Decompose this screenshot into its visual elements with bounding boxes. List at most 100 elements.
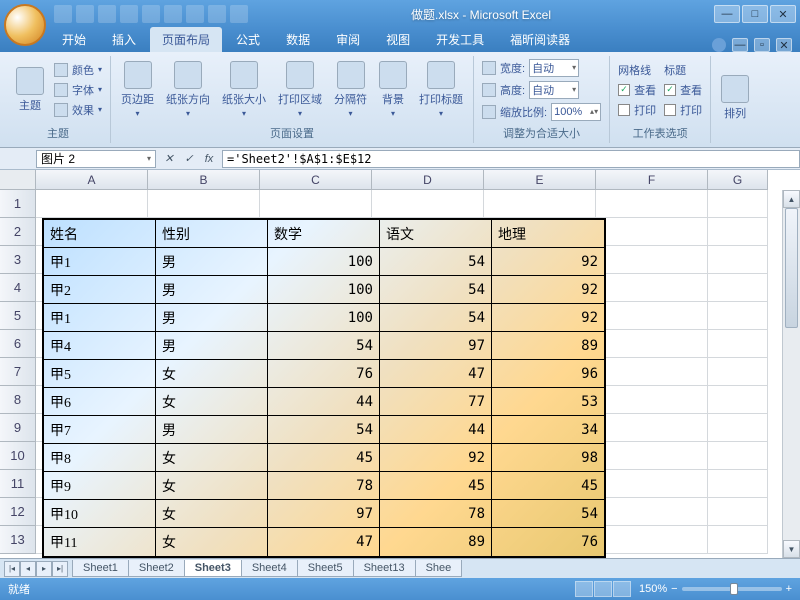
cell[interactable] [708,330,768,358]
tab-nav-next[interactable]: ▸ [36,561,52,577]
row-header[interactable]: 9 [0,414,36,442]
qat-dropdown-icon[interactable] [230,5,248,23]
gridlines-view-checkbox[interactable]: ✓查看 [616,81,658,99]
cell[interactable] [708,498,768,526]
zoom-slider[interactable] [682,587,782,591]
cancel-icon[interactable]: ✕ [160,150,178,168]
background-button[interactable]: 背景▾ [375,59,411,120]
cell[interactable] [596,442,708,470]
enter-icon[interactable]: ✓ [180,150,198,168]
themes-button[interactable]: 主题 [12,65,48,115]
qat-item[interactable] [208,5,226,23]
cell[interactable] [708,386,768,414]
scroll-up-button[interactable]: ▲ [783,190,800,208]
qat-item[interactable] [164,5,182,23]
row-header[interactable]: 4 [0,274,36,302]
cell[interactable] [148,190,260,218]
arrange-button[interactable]: 排列 [717,73,753,123]
sheet-tab[interactable]: Sheet4 [241,560,298,577]
qat-item[interactable] [142,5,160,23]
close-button[interactable]: ✕ [770,5,796,23]
orientation-button[interactable]: 纸张方向▾ [162,59,214,120]
select-all-corner[interactable] [0,170,36,190]
sheet-tab[interactable]: Sheet1 [72,560,129,577]
tab-insert[interactable]: 插入 [100,27,148,52]
height-combo[interactable]: 自动▾ [529,81,579,99]
tab-developer[interactable]: 开发工具 [424,27,496,52]
row-header[interactable]: 8 [0,386,36,414]
tab-review[interactable]: 审阅 [324,27,372,52]
maximize-button[interactable]: □ [742,5,768,23]
zoom-out-button[interactable]: − [671,583,677,595]
colors-button[interactable]: 颜色▾ [52,61,104,79]
cell[interactable] [36,190,148,218]
office-button[interactable] [4,4,46,46]
cell[interactable] [596,358,708,386]
row-header[interactable]: 7 [0,358,36,386]
cell[interactable] [596,302,708,330]
view-break-button[interactable] [613,581,631,597]
qat-item[interactable] [120,5,138,23]
cell[interactable] [596,218,708,246]
row-header[interactable]: 12 [0,498,36,526]
cell[interactable] [708,442,768,470]
qat-save-icon[interactable] [54,5,72,23]
sheet-tab[interactable]: Sheet13 [353,560,416,577]
cell[interactable] [596,470,708,498]
cell[interactable] [596,526,708,554]
ribbon-close-button[interactable]: ✕ [776,38,792,52]
cell[interactable] [260,190,372,218]
cell[interactable] [596,414,708,442]
fx-icon[interactable]: fx [200,150,218,168]
scroll-down-button[interactable]: ▼ [783,540,800,558]
vertical-scrollbar[interactable]: ▲ ▼ [782,190,800,558]
row-header[interactable]: 13 [0,526,36,554]
tab-home[interactable]: 开始 [50,27,98,52]
cell[interactable] [596,246,708,274]
sheet-tab[interactable]: Sheet2 [128,560,185,577]
tab-nav-first[interactable]: |◂ [4,561,20,577]
row-header[interactable]: 11 [0,470,36,498]
column-header[interactable]: E [484,170,596,190]
cell[interactable] [708,358,768,386]
cell[interactable] [708,414,768,442]
tab-view[interactable]: 视图 [374,27,422,52]
cell[interactable] [596,330,708,358]
effects-button[interactable]: 效果▾ [52,101,104,119]
zoom-thumb[interactable] [730,583,738,595]
scale-spinner[interactable]: 100%▴▾ [551,103,601,121]
row-header[interactable]: 5 [0,302,36,330]
help-icon[interactable] [712,38,726,52]
cell[interactable] [596,274,708,302]
margins-button[interactable]: 页边距▾ [117,59,158,120]
breaks-button[interactable]: 分隔符▾ [330,59,371,120]
width-combo[interactable]: 自动▾ [529,59,579,77]
row-header[interactable]: 10 [0,442,36,470]
grid-body[interactable]: 姓名性别数学语文地理甲1男1005492甲2男1005492甲1男1005492… [36,190,800,558]
sheet-tab[interactable]: Sheet5 [297,560,354,577]
ribbon-minimize-button[interactable]: — [732,38,748,52]
zoom-in-button[interactable]: + [786,583,792,595]
cell[interactable] [596,190,708,218]
tab-data[interactable]: 数据 [274,27,322,52]
column-header[interactable]: B [148,170,260,190]
cell[interactable] [708,246,768,274]
tab-foxit[interactable]: 福昕阅读器 [498,27,582,52]
cell[interactable] [484,190,596,218]
sheet-tab[interactable]: Sheet3 [184,560,242,577]
row-header[interactable]: 6 [0,330,36,358]
row-header[interactable]: 1 [0,190,36,218]
tab-page-layout[interactable]: 页面布局 [150,27,222,52]
cell[interactable] [708,274,768,302]
tab-formulas[interactable]: 公式 [224,27,272,52]
tab-nav-last[interactable]: ▸| [52,561,68,577]
scroll-thumb[interactable] [785,208,798,328]
cell[interactable] [708,302,768,330]
gridlines-print-checkbox[interactable]: 打印 [616,101,658,119]
column-header[interactable]: A [36,170,148,190]
headings-print-checkbox[interactable]: 打印 [662,101,704,119]
print_titles-button[interactable]: 打印标题▾ [415,59,467,120]
view-layout-button[interactable] [594,581,612,597]
cell[interactable] [708,190,768,218]
qat-item[interactable] [186,5,204,23]
